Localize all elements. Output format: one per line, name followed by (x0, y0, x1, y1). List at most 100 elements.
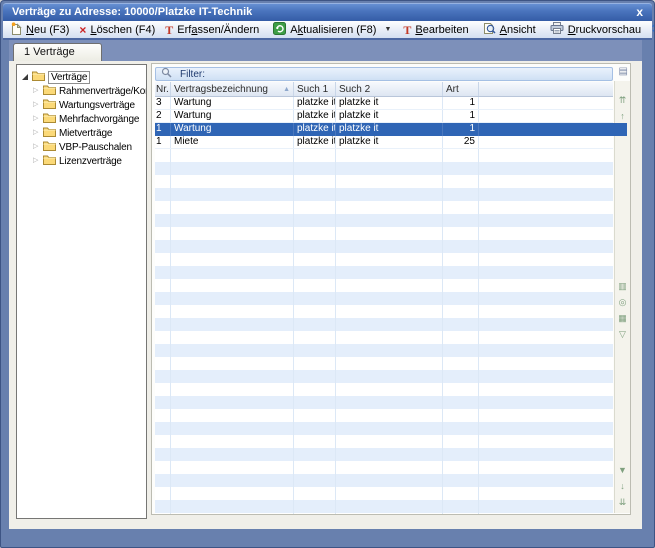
table-row[interactable]: 1 Wartung platzke it platzke it 1 (155, 123, 627, 136)
empty-row (155, 474, 613, 487)
empty-row (155, 305, 613, 318)
document-flow-icon (651, 22, 655, 38)
cell-such2: platzke it (336, 136, 443, 148)
cell-vertragsbezeichnung: Wartung (171, 97, 294, 109)
close-button[interactable]: x (636, 4, 643, 20)
beleglauf-button[interactable]: Beleglauf (646, 22, 655, 37)
column-header-art[interactable]: Art (443, 82, 479, 96)
tree-item-label: Mietverträge (59, 128, 112, 139)
empty-row (155, 292, 613, 305)
app-window: Verträge zu Adresse: 10000/Platzke IT-Te… (0, 0, 655, 548)
empty-row (155, 266, 613, 279)
aktualisieren-label: Aktualisieren (F8) (290, 24, 376, 36)
tree-collapsed-icon[interactable]: ▷ (33, 115, 40, 123)
aktualisieren-button[interactable]: Aktualisieren (F8) (268, 22, 381, 37)
cell-such1: platzke it (294, 97, 336, 109)
grid-options-icon[interactable]: ▤ (619, 66, 628, 77)
tree-root-vertraege[interactable]: Verträge (17, 70, 146, 84)
column-header-such2[interactable]: Such 2 (336, 82, 443, 96)
empty-row (155, 214, 613, 227)
tree-collapsed-icon[interactable]: ▷ (33, 143, 40, 151)
columns-icon[interactable]: ▥ (618, 281, 627, 291)
content-area: Verträge ▷ Rahmenverträge/Kontrakte ▷ (9, 61, 642, 529)
table-row[interactable]: 1 Miete platzke it platzke it 25 (155, 136, 613, 149)
cell-art: 1 (443, 110, 479, 122)
folder-icon (43, 98, 56, 112)
new-document-icon (11, 22, 22, 38)
tree-item-label: VBP-Pauschalen (59, 142, 132, 153)
empty-row (155, 344, 613, 357)
search-icon[interactable]: ◎ (619, 297, 627, 307)
tree-root-label: Verträge (48, 71, 90, 84)
folder-icon (43, 112, 56, 126)
empty-row (155, 201, 613, 214)
tree-collapsed-icon[interactable]: ▷ (33, 157, 40, 165)
scroll-up-icon[interactable]: ↑ (620, 111, 625, 121)
column-header-vertragsbezeichnung[interactable]: Vertragsbezeichnung ▲ (171, 82, 294, 96)
empty-row (155, 513, 613, 515)
cell-nr: 1 (155, 136, 171, 148)
edit-t-icon: T (165, 24, 173, 36)
tree-item-label: Rahmenverträge/Kontrakte (59, 86, 147, 97)
empty-row (155, 279, 613, 292)
cell-vertragsbezeichnung: Wartung (171, 110, 294, 122)
loeschen-label: Löschen (F4) (90, 24, 155, 36)
edit-t-icon: T (403, 24, 411, 36)
cell-nr: 1 (155, 123, 171, 136)
cell-such1: platzke it (294, 110, 336, 122)
tree-collapsed-icon[interactable]: ▷ (33, 87, 40, 95)
cell-such2: platzke it (336, 97, 443, 109)
nav-group-bottom: ▼ ↓ ⇊ (615, 465, 630, 507)
printer-icon (550, 22, 564, 37)
table-row[interactable]: 3 Wartung platzke it platzke it 1 (155, 97, 613, 110)
scroll-to-bottom-icon[interactable]: ⇊ (619, 497, 627, 507)
empty-row (155, 487, 613, 500)
empty-row (155, 448, 613, 461)
empty-row (155, 422, 613, 435)
move-down-icon[interactable]: ▼ (618, 465, 627, 475)
tree-collapsed-icon[interactable]: ▷ (33, 101, 40, 109)
aktualisieren-dropdown-arrow-icon[interactable]: ▼ (381, 22, 394, 37)
tree-item[interactable]: ▷ Lizenzverträge (17, 154, 146, 168)
folder-icon (43, 84, 56, 98)
scroll-to-top-icon[interactable]: ⇈ (619, 95, 627, 105)
cell-such2: platzke it (336, 123, 443, 136)
tree-item[interactable]: ▷ VBP-Pauschalen (17, 140, 146, 154)
tree-expanded-icon[interactable] (22, 74, 28, 80)
empty-row (155, 357, 613, 370)
delete-x-icon: × (79, 24, 86, 36)
loeschen-button[interactable]: × Löschen (F4) (74, 22, 160, 37)
erfassen-aendern-button[interactable]: T Erfassen/Ändern (160, 22, 264, 37)
empty-row (155, 227, 613, 240)
tree-item-label: Mehrfachvorgänge (59, 114, 139, 125)
druckvorschau-label: Druckvorschau (568, 24, 641, 36)
tree-collapsed-icon[interactable]: ▷ (33, 129, 40, 137)
grid-filter-row[interactable]: Filter: (155, 67, 613, 81)
ansicht-label: Ansicht (500, 24, 536, 36)
bearbeiten-label: Bearbeiten (415, 24, 468, 36)
tree-item[interactable]: ▷ Mehrfachvorgänge (17, 112, 146, 126)
tab-vertraege[interactable]: 1 Verträge (13, 43, 102, 62)
grid-header-row: Nr. Vertragsbezeichnung ▲ Such 1 Such 2 … (155, 82, 613, 97)
ansicht-button[interactable]: Ansicht (478, 22, 541, 37)
scroll-down-icon[interactable]: ↓ (620, 481, 625, 491)
bearbeiten-button[interactable]: T Bearbeiten (398, 22, 473, 37)
neu-button[interactable]: Neu (F3) (6, 22, 74, 37)
empty-row (155, 396, 613, 409)
grid-view-icon[interactable]: ▦ (618, 313, 627, 323)
tree-item[interactable]: ▷ Mietverträge (17, 126, 146, 140)
tree-item[interactable]: ▷ Wartungsverträge (17, 98, 146, 112)
cell-art: 25 (443, 136, 479, 148)
cell-such1: platzke it (294, 123, 336, 136)
column-header-nr[interactable]: Nr. (155, 82, 171, 96)
tree-item[interactable]: ▷ Rahmenverträge/Kontrakte (17, 84, 146, 98)
empty-row (155, 240, 613, 253)
table-row[interactable]: 2 Wartung platzke it platzke it 1 (155, 110, 613, 123)
filter-label: Filter: (180, 69, 205, 80)
filter-funnel-icon[interactable]: ▽ (619, 329, 626, 339)
cell-spacer (479, 123, 627, 136)
folder-icon (43, 126, 56, 140)
druckvorschau-button[interactable]: Druckvorschau (545, 22, 646, 37)
column-header-such1[interactable]: Such 1 (294, 82, 336, 96)
contract-type-tree: Verträge ▷ Rahmenverträge/Kontrakte ▷ (16, 64, 147, 519)
